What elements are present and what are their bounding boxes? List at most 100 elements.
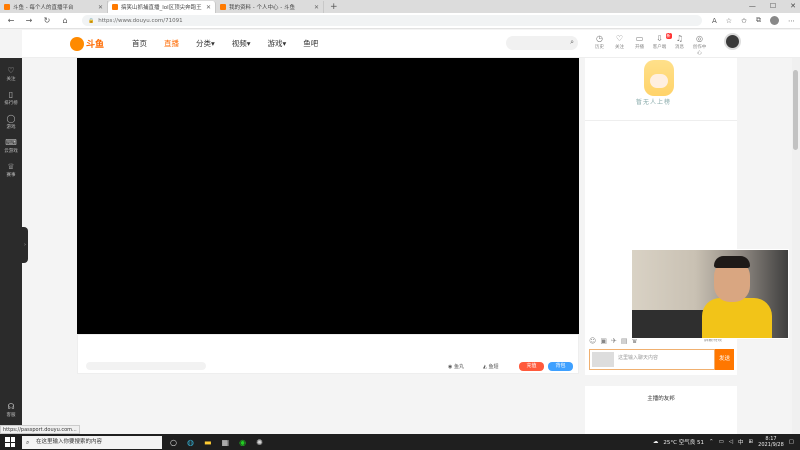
backpack-button[interactable]: 背包 [548, 362, 573, 371]
browser-tab-bar: 斗鱼 - 每个人的直播平台 ✕ 搞笑山抓捕直播_lol区顶尖奔跑王 ✕ 我的资料… [0, 0, 800, 13]
reload-icon[interactable]: ↻ [40, 16, 54, 25]
app-icon[interactable]: ✺ [256, 438, 263, 447]
fishfin-icon: ◭ [483, 364, 487, 370]
url-text: https://www.douyu.com/71091 [98, 17, 183, 24]
mascot-image [644, 60, 674, 96]
user-level-image [592, 352, 614, 367]
site-header: 斗鱼 首页 直播 分类▾ 视频▾ 游戏▾ 鱼吧 ⌕ ◷ 历史 ♡ 关注 ▭ 开播 新 ⇩… [22, 30, 800, 58]
forward-icon[interactable]: → [22, 16, 36, 25]
fans-panel: 主播的友邦 [585, 386, 737, 434]
browser-tab[interactable]: 我的资料 - 个人中心 - 斗鱼 ✕ [216, 1, 324, 13]
search-input[interactable]: ⌕ [506, 36, 578, 50]
browser-tab-active[interactable]: 搞笑山抓捕直播_lol区顶尖奔跑王 ✕ [108, 1, 216, 13]
nav-games[interactable]: 游戏▾ [268, 38, 287, 49]
douyu-logo[interactable]: 斗鱼 [70, 36, 110, 52]
emoji-icon[interactable]: ☺ [589, 337, 596, 345]
scrollbar-thumb[interactable] [793, 70, 798, 150]
reading-mode-icon[interactable]: A [712, 17, 717, 25]
left-sidebar: ♡ 关注 ▯ 排行榜 ◯ 游戏 ⌨ 云游戏 ♕ 赛事 ☊ 客服 [0, 58, 22, 434]
address-bar[interactable]: 🔒 https://www.douyu.com/71091 [82, 15, 702, 26]
nav-video[interactable]: 视频▾ [232, 38, 251, 49]
nav-yuba[interactable]: 鱼吧 [303, 38, 318, 49]
network-icon[interactable]: ▭ [719, 439, 724, 445]
close-icon[interactable]: ✕ [98, 4, 103, 11]
taskbar-search-input[interactable]: ⌕ 在这里输入你要搜索的内容 [22, 435, 162, 449]
headset-icon: ☊ [7, 402, 15, 411]
header-messages[interactable]: ♫ 消息 [672, 34, 687, 56]
fish-fin-button[interactable]: ◭ 鱼翅 [483, 363, 498, 370]
browser-tab[interactable]: 斗鱼 - 每个人的直播平台 ✕ [0, 1, 108, 13]
weather-text[interactable]: 25°C 空气良 51 [663, 438, 704, 446]
placeholder-bar [86, 362, 206, 370]
collections-icon[interactable]: ⧉ [756, 16, 761, 25]
empty-rank-caption: 暂无人上榜 [636, 99, 672, 106]
system-clock[interactable]: 8:17 2021/9/28 [758, 436, 784, 448]
chat-input[interactable]: 这里输入聊天内容 [589, 349, 715, 370]
header-follow[interactable]: ♡ 关注 [612, 34, 627, 56]
close-icon[interactable]: ✕ [314, 4, 319, 11]
avatar[interactable] [724, 33, 741, 50]
more-icon[interactable]: ⋯ [788, 17, 795, 25]
nav-live[interactable]: 直播 [164, 38, 179, 49]
sidebar-item-service[interactable]: ☊ 客服 [0, 402, 22, 418]
cup-icon: ♕ [7, 162, 15, 171]
store-icon[interactable]: ▦ [222, 438, 230, 447]
input-mode-icon[interactable]: ⊞ [749, 439, 754, 445]
file-explorer-icon[interactable]: ▬ [204, 438, 212, 447]
send-button[interactable]: 发送 [715, 349, 734, 370]
edge-icon[interactable]: ◍ [187, 438, 194, 447]
trophy-icon: ▯ [8, 90, 14, 99]
volume-icon[interactable]: ◁ [729, 439, 733, 445]
fishball-icon: ◉ [448, 364, 453, 370]
nav-home[interactable]: 首页 [132, 38, 147, 49]
home-icon[interactable]: ⌂ [58, 16, 72, 25]
page-scrollbar[interactable] [792, 58, 800, 434]
chevron-up-icon[interactable]: ⌃ [709, 439, 714, 445]
header-client[interactable]: 新 ⇩ 客户端 [652, 33, 672, 56]
header-history[interactable]: ◷ 历史 [592, 34, 607, 56]
header-golive[interactable]: ▭ 开播 [632, 34, 647, 56]
controller-icon: ⌨ [5, 138, 17, 147]
favorite-star-icon[interactable]: ☆ [726, 17, 732, 25]
sidebar-item-cloud-games[interactable]: ⌨ 云游戏 [0, 138, 22, 154]
clock-icon: ◷ [596, 34, 603, 43]
video-player[interactable] [77, 58, 579, 334]
bag-icon[interactable]: ▤ [621, 337, 628, 345]
maximize-icon[interactable]: ☐ [770, 0, 776, 12]
close-window-icon[interactable]: ✕ [790, 0, 796, 12]
sidebar-item-ranking[interactable]: ▯ 排行榜 [0, 90, 22, 106]
windows-start-icon[interactable] [5, 437, 15, 447]
close-icon[interactable]: ✕ [206, 4, 211, 11]
sidebar-item-games[interactable]: ◯ 游戏 [0, 114, 22, 130]
profile-icon[interactable] [769, 16, 779, 25]
image-icon[interactable]: ▣ [600, 337, 607, 345]
webcam-overlay [631, 249, 789, 339]
ime-indicator[interactable]: 中 [738, 438, 744, 446]
fans-title: 主播的友邦 [647, 396, 675, 402]
new-tab-button[interactable]: + [324, 1, 344, 13]
nav-category[interactable]: 分类▾ [196, 38, 215, 49]
task-view-icon[interactable]: ○ [170, 438, 177, 447]
wechat-icon[interactable]: ◉ [239, 438, 246, 447]
fish-ball-button[interactable]: ◉ 鱼丸 [448, 363, 464, 370]
header-creator[interactable]: ◎ 创作中心 [692, 34, 707, 56]
sidebar-item-events[interactable]: ♕ 赛事 [0, 162, 22, 178]
heart-icon: ♡ [615, 34, 624, 43]
sidebar-item-follow[interactable]: ♡ 关注 [0, 66, 22, 82]
favorites-icon[interactable]: ✩ [741, 17, 747, 25]
douyu-favicon-icon [112, 4, 118, 10]
heart-icon: ♡ [7, 66, 15, 75]
notification-icon[interactable]: ▢ [789, 439, 794, 445]
sidebar-toggle[interactable]: › [22, 227, 28, 263]
back-icon[interactable]: ← [4, 16, 18, 25]
fan-icon[interactable]: ✈ [611, 337, 617, 345]
player-action-bar: ◉ 鱼丸 ◭ 鱼翅 充值 背包 [77, 334, 579, 374]
weather-icon: ☁ [652, 439, 659, 445]
douyu-favicon-icon [4, 4, 10, 10]
search-icon[interactable]: ⌕ [570, 38, 574, 47]
main-nav: 首页 直播 分类▾ 视频▾ 游戏▾ 鱼吧 [132, 38, 318, 49]
camera-icon: ▭ [635, 34, 644, 43]
gamepad-icon: ◯ [6, 114, 16, 123]
minimize-icon[interactable]: — [749, 0, 756, 12]
recharge-button[interactable]: 充值 [519, 362, 544, 371]
